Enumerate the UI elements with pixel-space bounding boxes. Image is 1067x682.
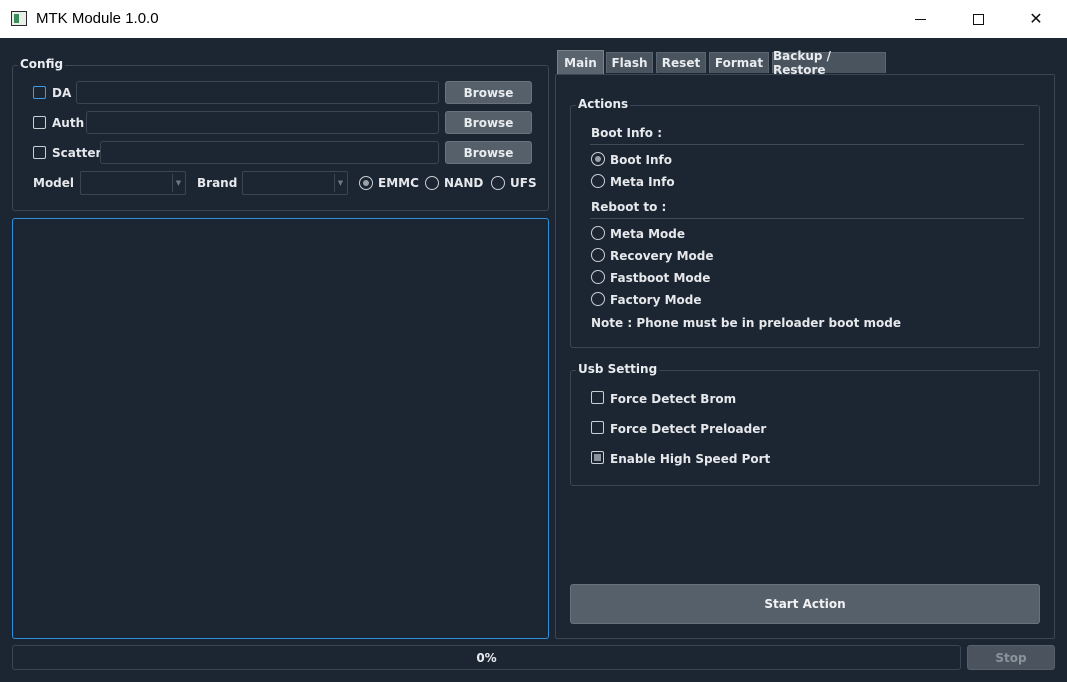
fastboot-mode-radio[interactable]: [591, 270, 605, 284]
recovery-mode-label: Recovery Mode: [610, 249, 714, 263]
ufs-label: UFS: [510, 176, 537, 190]
da-label: DA: [52, 86, 72, 100]
tab-flash[interactable]: Flash: [606, 52, 653, 73]
auth-label: Auth: [52, 116, 85, 130]
auth-checkbox[interactable]: [33, 116, 46, 129]
factory-mode-label: Factory Mode: [610, 293, 702, 307]
auth-browse-button[interactable]: Browse: [445, 111, 532, 134]
meta-info-label: Meta Info: [610, 175, 675, 189]
progress-text: 0%: [476, 650, 497, 665]
brand-select[interactable]: ▼: [242, 171, 348, 195]
minimize-icon[interactable]: [891, 0, 949, 38]
da-checkbox[interactable]: [33, 86, 46, 99]
meta-mode-radio[interactable]: [591, 226, 605, 240]
scatter-browse-button[interactable]: Browse: [445, 141, 532, 164]
app-icon: [11, 11, 27, 26]
emmc-radio[interactable]: [359, 176, 373, 190]
enable-high-speed-port-checkbox[interactable]: [591, 451, 604, 464]
force-detect-brom-checkbox[interactable]: [591, 391, 604, 404]
factory-mode-radio[interactable]: [591, 292, 605, 306]
auth-path-input[interactable]: [86, 111, 439, 134]
da-browse-button[interactable]: Browse: [445, 81, 532, 104]
tab-backup-restore[interactable]: Backup / Restore: [772, 49, 886, 77]
boot-info-divider: [590, 144, 1024, 145]
title-bar: MTK Module 1.0.0 ✕: [0, 0, 1067, 38]
enable-high-speed-port-label: Enable High Speed Port: [610, 452, 771, 466]
window-title: MTK Module 1.0.0: [36, 10, 159, 27]
close-icon[interactable]: ✕: [1007, 0, 1065, 38]
scatter-path-input[interactable]: [100, 141, 439, 164]
chevron-down-icon: ▼: [172, 174, 184, 192]
model-label: Model: [33, 176, 75, 190]
reboot-divider: [590, 218, 1024, 219]
boot-info-heading: Boot Info :: [591, 126, 662, 140]
meta-mode-label: Meta Mode: [610, 227, 686, 241]
progress-bar: 0%: [12, 645, 961, 670]
boot-info-label: Boot Info: [610, 153, 673, 167]
scatter-label: Scatter: [52, 146, 102, 160]
emmc-label: EMMC: [378, 176, 419, 190]
tab-reset[interactable]: Reset: [656, 52, 706, 73]
boot-info-radio[interactable]: [591, 152, 605, 166]
force-detect-preloader-checkbox[interactable]: [591, 421, 604, 434]
force-detect-preloader-label: Force Detect Preloader: [610, 422, 767, 436]
maximize-icon[interactable]: [949, 0, 1007, 38]
da-path-input[interactable]: [76, 81, 439, 104]
log-output[interactable]: [12, 218, 549, 639]
nand-radio[interactable]: [425, 176, 439, 190]
chevron-down-icon: ▼: [334, 174, 346, 192]
fastboot-mode-label: Fastboot Mode: [610, 271, 711, 285]
meta-info-radio[interactable]: [591, 174, 605, 188]
recovery-mode-radio[interactable]: [591, 248, 605, 262]
brand-label: Brand: [197, 176, 238, 190]
force-detect-brom-label: Force Detect Brom: [610, 392, 737, 406]
reboot-heading: Reboot to :: [591, 200, 667, 214]
model-select[interactable]: ▼: [80, 171, 186, 195]
config-title: Config: [18, 57, 66, 71]
actions-title: Actions: [576, 97, 631, 111]
tab-main[interactable]: Main: [557, 50, 604, 74]
start-action-button[interactable]: Start Action: [570, 584, 1040, 624]
ufs-radio[interactable]: [491, 176, 505, 190]
scatter-checkbox[interactable]: [33, 146, 46, 159]
usb-setting-title: Usb Setting: [576, 362, 660, 376]
stop-button[interactable]: Stop: [967, 645, 1055, 670]
tab-format[interactable]: Format: [709, 52, 769, 73]
nand-label: NAND: [444, 176, 484, 190]
preloader-note: Note : Phone must be in preloader boot m…: [591, 316, 901, 330]
